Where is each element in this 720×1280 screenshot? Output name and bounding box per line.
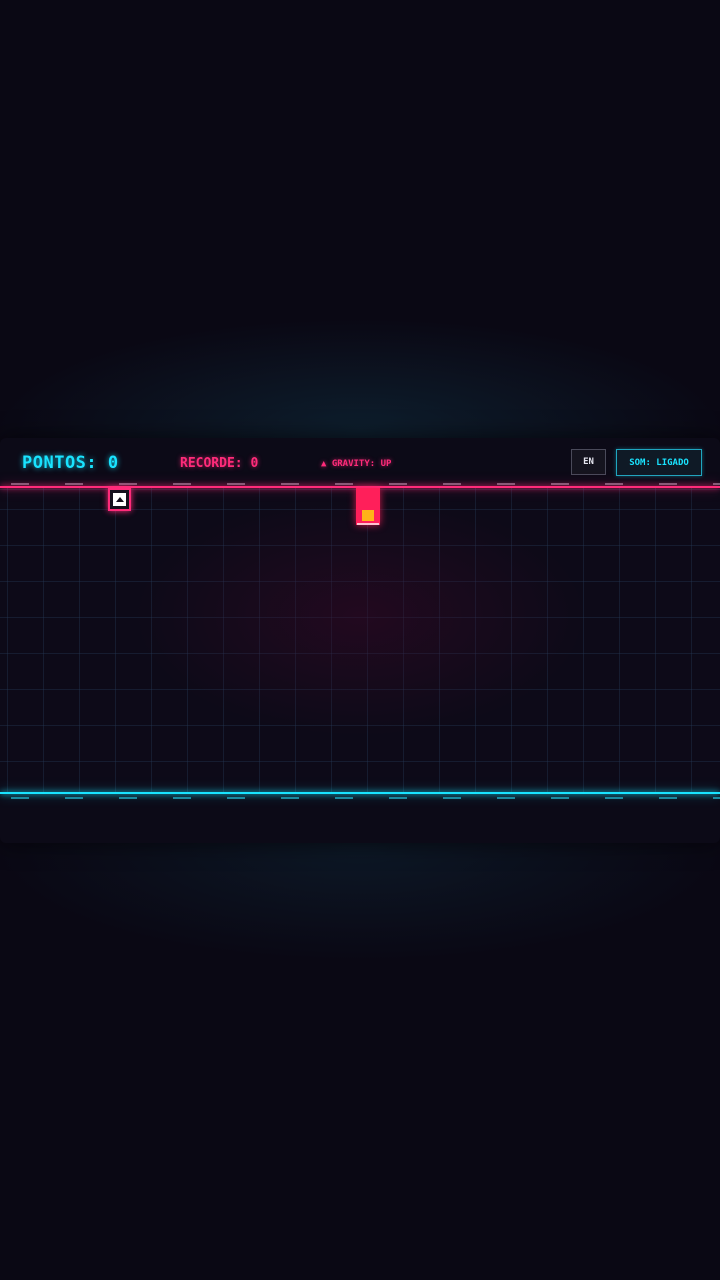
top-rail-dashes (0, 483, 720, 485)
obstacle-edge (357, 523, 379, 525)
coin-icon (362, 510, 374, 521)
hud-bar: PONTOS: 0 RECORDE: 0 ▲ GRAVITY: UP EN SO… (0, 438, 720, 486)
obstacle-block (356, 488, 380, 525)
playfield-grid[interactable] (0, 486, 720, 794)
bottom-rail-dashes (0, 797, 720, 799)
score-display: PONTOS: 0 (22, 453, 119, 473)
game-canvas[interactable]: PONTOS: 0 RECORDE: 0 ▲ GRAVITY: UP EN SO… (0, 438, 720, 843)
gravity-indicator: ▲ GRAVITY: UP (321, 459, 392, 469)
player-cube (108, 488, 131, 511)
up-arrow-cube-icon (113, 493, 126, 506)
floor-rail (0, 792, 720, 794)
high-score-display: RECORDE: 0 (180, 456, 259, 471)
language-toggle-button[interactable]: EN (571, 449, 606, 475)
sound-toggle-button[interactable]: SOM: LIGADO (616, 449, 702, 476)
